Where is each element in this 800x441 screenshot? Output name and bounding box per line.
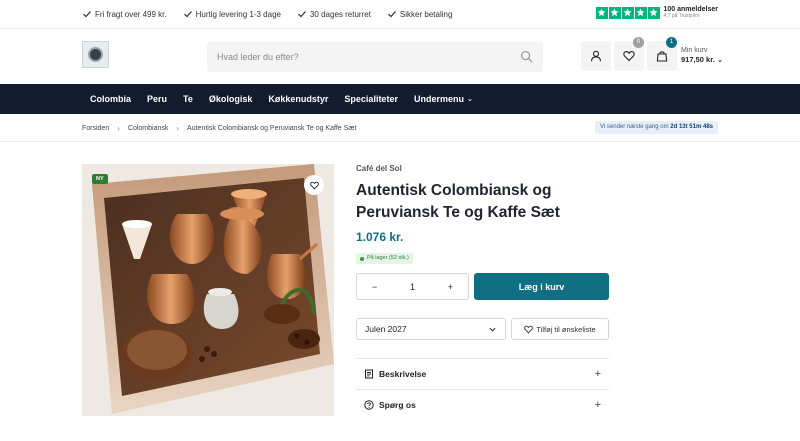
stock-badge: På lager (52 stk.) [356, 253, 413, 264]
minus-icon[interactable]: − [372, 282, 377, 292]
stock-label: På lager (52 stk.) [367, 255, 409, 261]
star-icon [608, 6, 621, 19]
add-to-wishlist-button[interactable]: Tilføj til ønskeliste [511, 318, 609, 340]
breadcrumb: Forsiden › Colombiansk › Autentisk Colom… [82, 124, 356, 133]
accordion-label: Spørg os [379, 400, 416, 410]
accordion-label: Beskrivelse [379, 369, 427, 379]
trustpilot-stars [595, 6, 661, 19]
usp-bar: Fri fragt over 499 kr. Hurtig levering 1… [0, 0, 800, 28]
shipping-countdown: Vi sender næste gang om 2d 13t 51m 48s [595, 121, 718, 134]
add-to-cart-button[interactable]: Læg i kurv [474, 273, 609, 300]
usp-label: 30 dages returret [309, 9, 371, 19]
wishlist-label: Tilføj til ønskeliste [536, 324, 596, 334]
breadcrumb-home[interactable]: Forsiden [82, 125, 109, 132]
trustpilot-widget[interactable]: 100 anmeldelser 4.7 på Trustpilot [595, 6, 718, 19]
cart-total: 917,50 kr. ⌄ [681, 55, 723, 64]
product-image[interactable]: NY [82, 164, 334, 416]
store-logo[interactable] [82, 41, 109, 68]
cart-summary[interactable]: Min kurv 917,50 kr. ⌄ [681, 47, 723, 64]
breadcrumb-category[interactable]: Colombiansk [128, 125, 168, 132]
nav-item-okologisk[interactable]: Økologisk [209, 94, 253, 104]
nav-item-undermenu[interactable]: Undermenu ⌄ [414, 94, 473, 104]
heart-icon [623, 51, 635, 62]
breadcrumb-current: Autentisk Colombiansk og Peruviansk Te o… [187, 125, 357, 132]
plus-icon[interactable]: + [448, 282, 453, 292]
product-photo [82, 164, 334, 416]
shipping-timer: 2d 13t 51m 48s [670, 124, 713, 130]
chevron-down-icon [489, 327, 496, 332]
product-price: 1.076 kr. [356, 230, 404, 244]
cart-count-badge: 1 [666, 37, 677, 48]
logo-mark [88, 47, 103, 62]
product-title: Autentisk Colombiansk og Peruviansk Te o… [356, 182, 560, 221]
star-icon [595, 6, 608, 19]
heart-icon [524, 325, 534, 334]
chevron-right-icon: › [117, 124, 120, 133]
usp-label: Sikker betaling [399, 9, 453, 19]
accordion-description[interactable]: Beskrivelse + [356, 358, 609, 389]
account-button[interactable] [581, 41, 611, 71]
star-icon [647, 6, 660, 19]
question-icon [364, 400, 374, 410]
chevron-down-icon: ⌄ [466, 96, 473, 103]
chevron-down-icon: ⌄ [716, 55, 724, 65]
search-icon[interactable] [520, 50, 533, 63]
product-brand[interactable]: Café del Sol [356, 164, 402, 173]
usp-item: Hurtig levering 1-3 dage [183, 9, 281, 19]
wishlist-count-badge: 0 [633, 37, 644, 48]
nav-item-label: Undermenu [413, 94, 464, 104]
trustpilot-reviews: 100 anmeldelser [663, 6, 718, 13]
usp-item: 30 dages returret [297, 9, 371, 19]
nav-item-peru[interactable]: Peru [147, 94, 167, 104]
star-icon [634, 6, 647, 19]
trustpilot-text: 100 anmeldelser 4.7 på Trustpilot [664, 6, 718, 19]
search-input[interactable] [217, 52, 507, 62]
shipping-text: Vi sender næste gang om [600, 124, 669, 130]
new-badge: NY [92, 174, 108, 184]
nav-item-te[interactable]: Te [183, 94, 193, 104]
usp-item: Fri fragt over 499 kr. [82, 9, 167, 19]
accordion-ask-us[interactable]: Spørg os + [356, 389, 609, 420]
site-header: 0 1 Min kurv 917,50 kr. ⌄ [0, 28, 800, 84]
search-bar [207, 42, 543, 72]
cart-label: Min kurv [681, 47, 708, 54]
quantity-value[interactable]: 1 [410, 282, 415, 292]
nav-item-kokkenudstyr[interactable]: Køkkenudstyr [268, 94, 328, 104]
plus-icon: + [594, 399, 601, 411]
usp-label: Hurtig levering 1-3 dage [195, 9, 281, 19]
trustpilot-rating: 4.7 på Trustpilot [663, 13, 700, 19]
divider [0, 141, 800, 142]
variant-select[interactable]: Julen 2027 [356, 318, 506, 340]
check-icon [298, 11, 306, 18]
chevron-right-icon: › [176, 124, 180, 133]
variant-value: Julen 2027 [365, 324, 407, 334]
user-icon [590, 50, 602, 62]
plus-icon: + [594, 368, 601, 380]
quantity-stepper: − 1 + [356, 273, 469, 300]
usp-label: Fri fragt over 499 kr. [95, 9, 167, 19]
check-icon [183, 11, 192, 18]
usp-item: Sikker betaling [387, 9, 452, 19]
nav-item-colombia[interactable]: Colombia [90, 94, 131, 104]
check-icon [387, 11, 396, 18]
main-nav: Colombia Peru Te Økologisk Køkkenudstyr … [0, 84, 800, 114]
stock-dot-icon [360, 256, 364, 261]
heart-icon [309, 181, 319, 190]
nav-item-specialiteter[interactable]: Specialiteter [344, 94, 398, 104]
cart-button[interactable]: 1 [647, 37, 677, 71]
check-icon [83, 11, 91, 18]
wishlist-header-button[interactable]: 0 [614, 37, 644, 71]
image-wishlist-button[interactable] [304, 175, 324, 195]
cart-total-value: 917,50 kr. [681, 55, 715, 65]
document-icon [365, 369, 373, 379]
bag-icon [656, 51, 668, 62]
star-icon [621, 6, 634, 19]
